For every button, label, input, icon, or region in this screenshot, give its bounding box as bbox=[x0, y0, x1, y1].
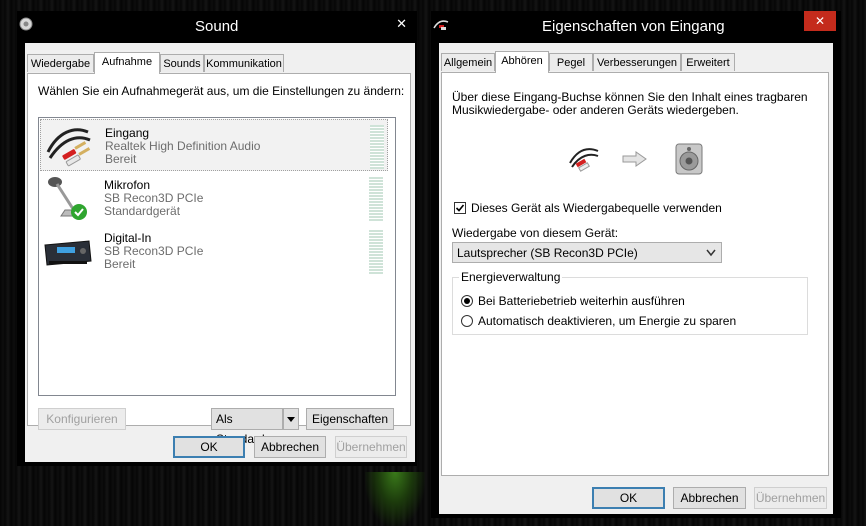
ok-button[interactable]: OK bbox=[173, 436, 245, 458]
level-meter bbox=[369, 230, 383, 274]
listen-checkbox[interactable] bbox=[454, 202, 466, 214]
device-status: Bereit bbox=[105, 152, 137, 166]
tab-erweitert[interactable]: Erweitert bbox=[681, 53, 735, 71]
tab-allgemein[interactable]: Allgemein bbox=[441, 53, 495, 71]
device-status: Standardgerät bbox=[104, 204, 181, 218]
playback-device-value: Lautsprecher (SB Recon3D PCIe) bbox=[457, 246, 638, 260]
radio-auto-disable[interactable] bbox=[461, 315, 473, 327]
sound-body: Wiedergabe Aufnahme Sounds Kommunikation… bbox=[25, 43, 415, 462]
sound-title: Sound bbox=[195, 18, 239, 35]
apply-button[interactable]: Übernehmen bbox=[754, 487, 827, 509]
audio-cable-icon bbox=[569, 148, 599, 172]
set-default-dropdown[interactable] bbox=[283, 408, 299, 430]
level-meter bbox=[370, 125, 384, 169]
tab-abhoeren[interactable]: Abhören bbox=[495, 51, 549, 73]
properties-window: Eigenschaften von Eingang ✕ Allgemein Ab… bbox=[431, 11, 841, 518]
device-status: Bereit bbox=[104, 257, 136, 271]
device-driver: SB Recon3D PCIe bbox=[104, 244, 204, 258]
level-meter bbox=[369, 177, 383, 221]
playback-device-select[interactable]: Lautsprecher (SB Recon3D PCIe) bbox=[452, 242, 722, 263]
speaker-icon bbox=[19, 17, 33, 31]
check-icon bbox=[455, 204, 465, 212]
radio-auto-disable-label[interactable]: Automatisch deaktivieren, um Energie zu … bbox=[478, 314, 736, 328]
chevron-down-icon bbox=[287, 417, 295, 422]
list-item[interactable]: Eingang Realtek High Definition Audio Be… bbox=[40, 119, 388, 171]
device-list[interactable]: Eingang Realtek High Definition Audio Be… bbox=[38, 117, 396, 396]
properties-body: Allgemein Abhören Pegel Verbesserungen E… bbox=[439, 43, 833, 514]
device-name: Eingang bbox=[105, 126, 150, 140]
listen-panel: Über diese Eingang-Buchse können Sie den… bbox=[441, 72, 829, 476]
power-group-title: Energieverwaltung bbox=[459, 270, 563, 284]
desktop-glow bbox=[365, 472, 425, 526]
tab-verbesserungen[interactable]: Verbesserungen bbox=[593, 53, 681, 71]
recording-panel: Wählen Sie ein Aufnahmegerät aus, um die… bbox=[27, 73, 411, 446]
speaker-icon bbox=[675, 143, 703, 175]
cancel-button[interactable]: Abbrechen bbox=[254, 436, 326, 458]
sound-tabs: Wiedergabe Aufnahme Sounds Kommunikation bbox=[25, 52, 415, 74]
tab-pegel[interactable]: Pegel bbox=[549, 53, 593, 71]
playback-label: Wiedergabe von diesem Gerät: bbox=[452, 226, 619, 240]
tab-wiedergabe[interactable]: Wiedergabe bbox=[27, 54, 94, 72]
cancel-button[interactable]: Abbrechen bbox=[673, 487, 746, 509]
list-item[interactable]: Mikrofon SB Recon3D PCIe Standardgerät bbox=[40, 172, 388, 224]
sound-window: Sound ✕ Wiedergabe Aufnahme Sounds Kommu… bbox=[17, 11, 417, 466]
microphone-icon bbox=[48, 177, 87, 220]
arrow-right-icon bbox=[622, 151, 647, 167]
ok-button[interactable]: OK bbox=[592, 487, 665, 509]
device-driver: Realtek High Definition Audio bbox=[105, 139, 261, 153]
close-button[interactable]: ✕ bbox=[804, 11, 836, 31]
audio-cable-icon bbox=[46, 128, 91, 167]
radio-keep-running-label[interactable]: Bei Batteriebetrieb weiterhin ausführen bbox=[478, 294, 685, 308]
set-default-button[interactable]: Als Standard bbox=[211, 408, 283, 446]
properties-tabs: Allgemein Abhören Pegel Verbesserungen E… bbox=[439, 51, 833, 73]
apply-button[interactable]: Übernehmen bbox=[335, 436, 407, 458]
device-name: Mikrofon bbox=[104, 178, 151, 192]
list-item[interactable]: Digital-In SB Recon3D PCIe Bereit bbox=[40, 225, 388, 277]
power-group: Energieverwaltung Bei Batteriebetrieb we… bbox=[452, 270, 808, 335]
close-icon: ✕ bbox=[814, 14, 826, 28]
digital-receiver-icon bbox=[44, 240, 92, 266]
properties-title: Eigenschaften von Eingang bbox=[542, 18, 725, 35]
tab-aufnahme[interactable]: Aufnahme bbox=[94, 52, 160, 74]
device-name: Digital-In bbox=[104, 231, 152, 245]
tab-sounds[interactable]: Sounds bbox=[160, 54, 204, 72]
properties-titlebar[interactable]: Eigenschaften von Eingang ✕ bbox=[431, 11, 841, 41]
chevron-down-icon bbox=[706, 249, 716, 257]
listen-checkbox-label[interactable]: Dieses Gerät als Wiedergabequelle verwen… bbox=[471, 201, 722, 215]
audio-cable-icon bbox=[433, 20, 449, 30]
configure-button[interactable]: Konfigurieren bbox=[38, 408, 126, 430]
properties-button[interactable]: Eigenschaften bbox=[306, 408, 394, 430]
instruction-text: Wählen Sie ein Aufnahmegerät aus, um die… bbox=[38, 84, 405, 98]
description-text: Über diese Eingang-Buchse können Sie den… bbox=[452, 90, 808, 117]
close-icon[interactable]: ✕ bbox=[396, 16, 407, 32]
radio-keep-running[interactable] bbox=[461, 295, 473, 307]
tab-kommunikation[interactable]: Kommunikation bbox=[204, 54, 284, 72]
device-driver: SB Recon3D PCIe bbox=[104, 191, 204, 205]
sound-titlebar[interactable]: Sound ✕ bbox=[17, 11, 417, 41]
